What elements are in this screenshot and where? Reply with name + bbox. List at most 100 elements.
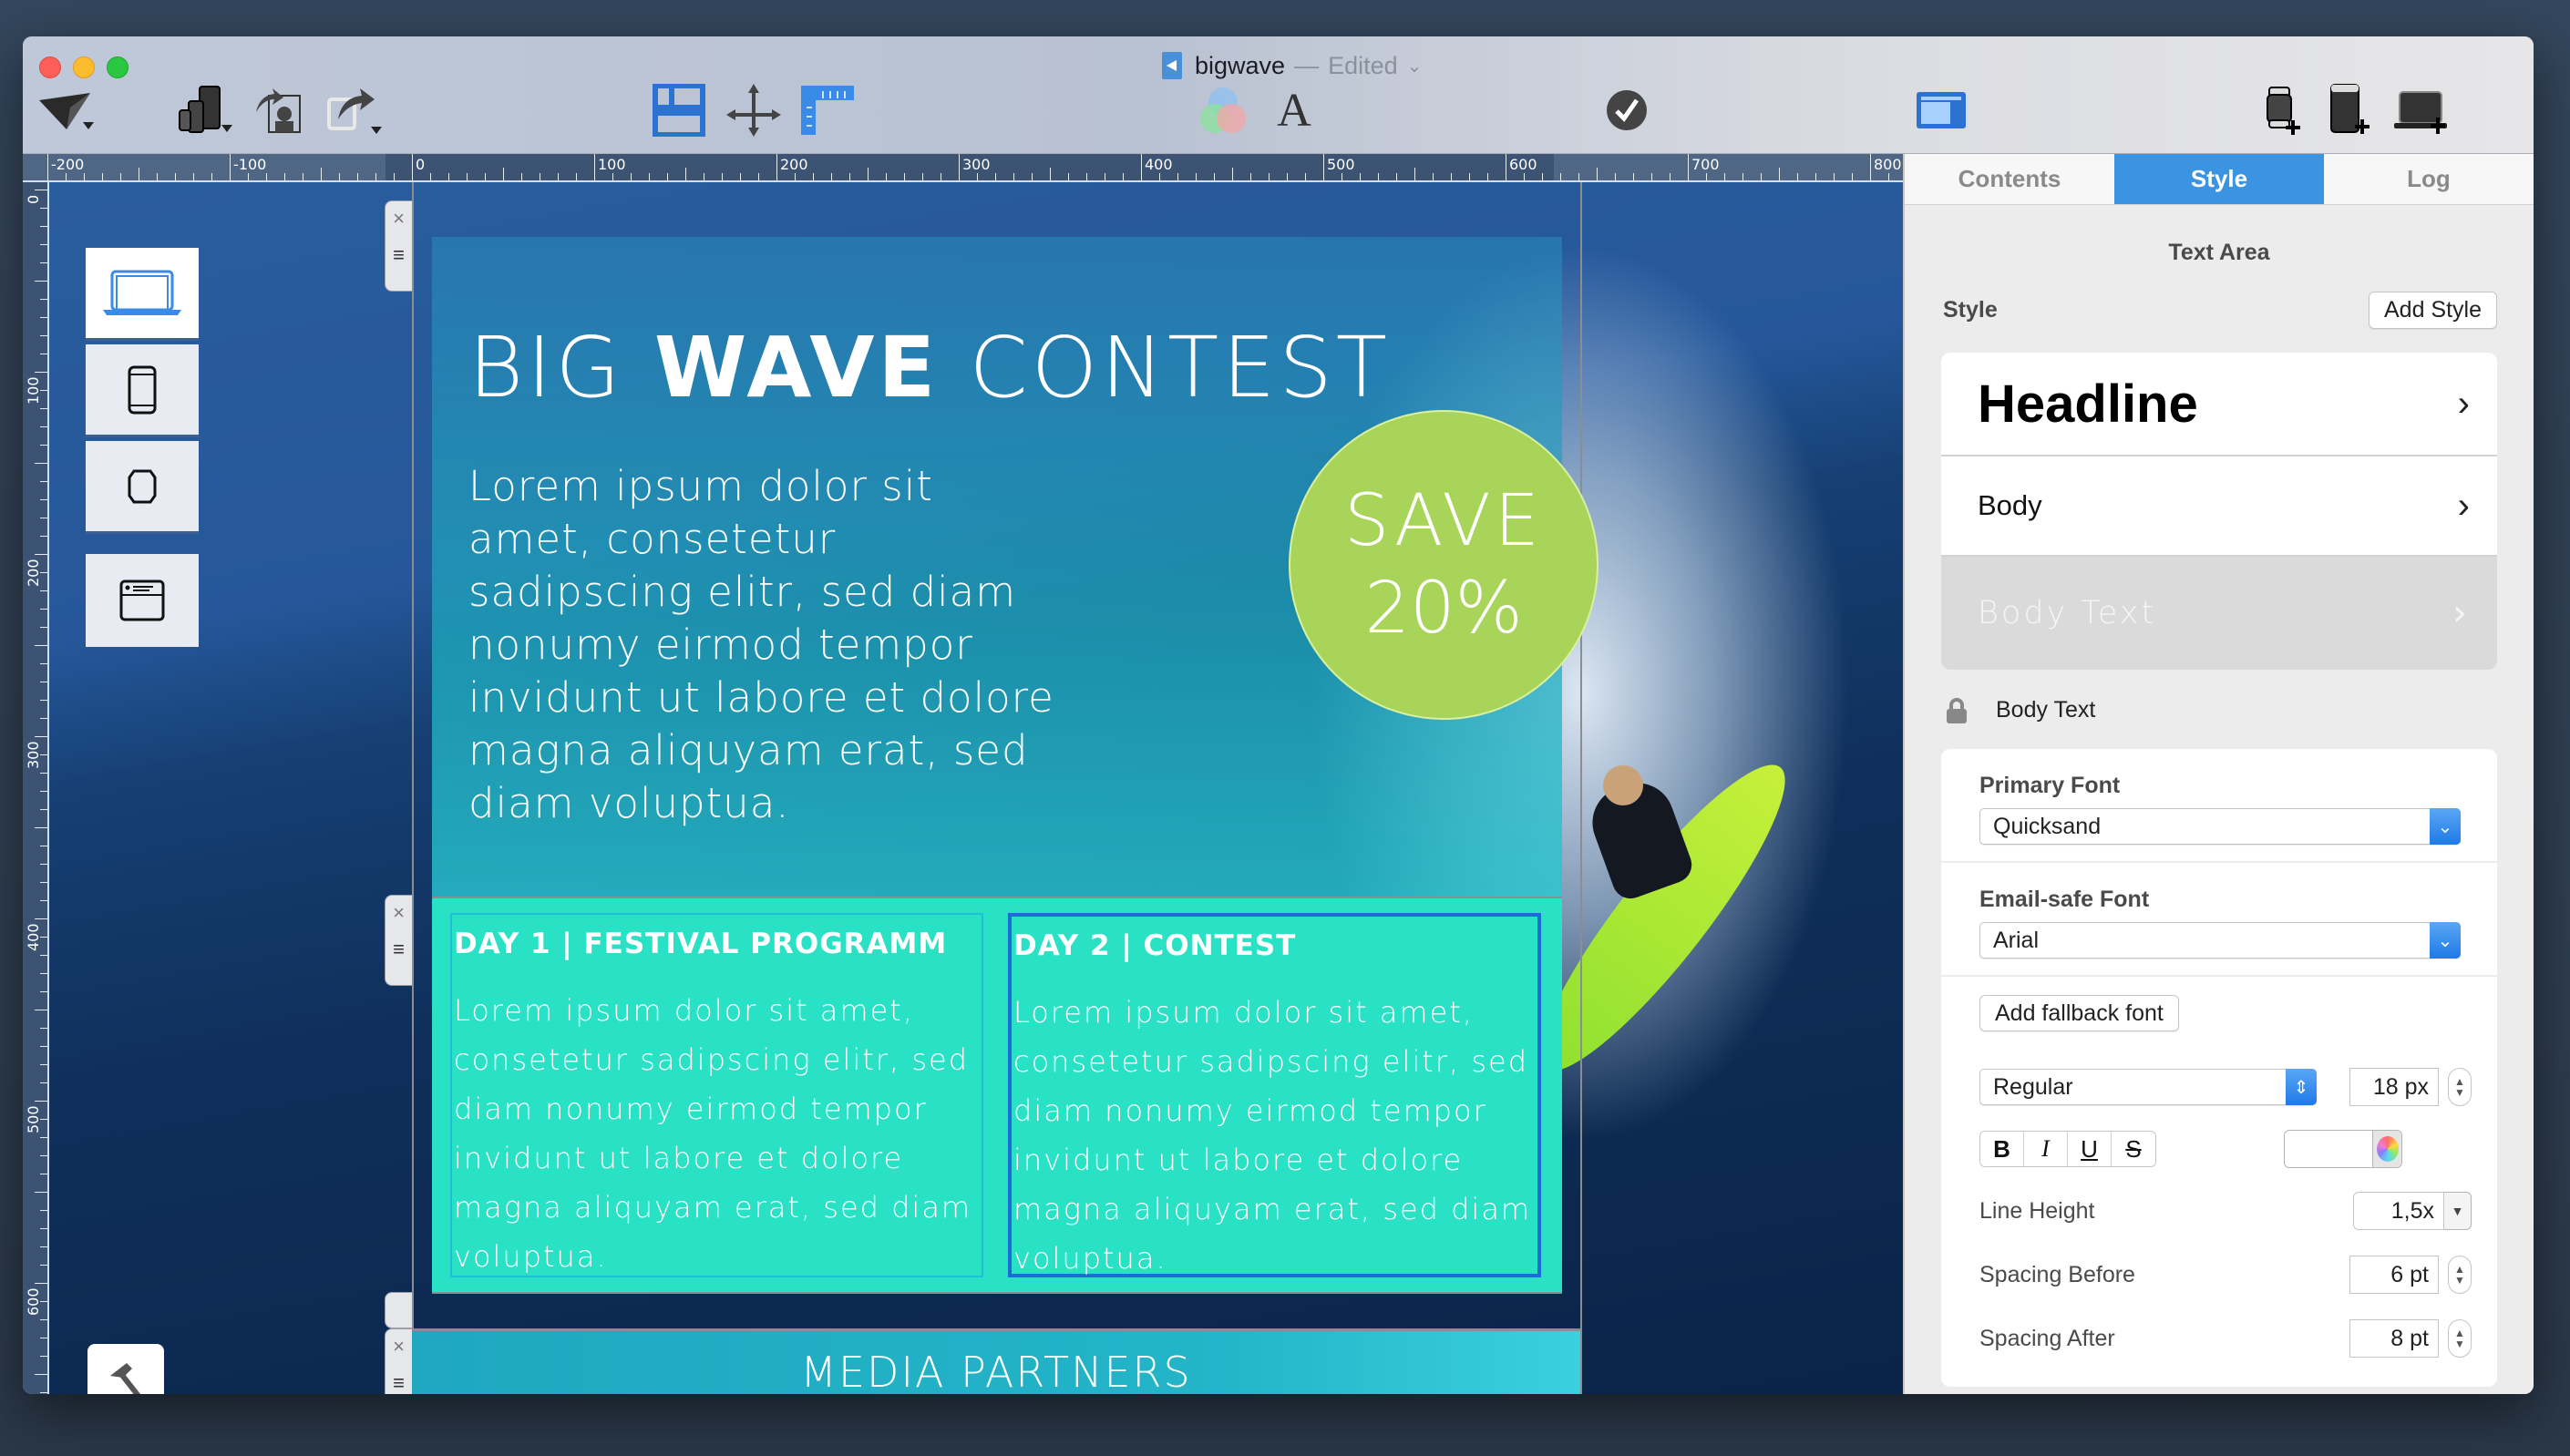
- line-height-combo[interactable]: 1,5x ▼: [2353, 1192, 2472, 1230]
- ruler-minor-tick: [40, 609, 47, 610]
- hero-block-handle[interactable]: × ≡: [385, 200, 412, 292]
- document-title[interactable]: bigwave — Edited ⌄: [1162, 46, 1422, 86]
- font-weight-select[interactable]: Regular ⇕: [1979, 1069, 2317, 1105]
- style-item-body-text[interactable]: Body Text ›: [1941, 557, 2497, 670]
- device-email-button[interactable]: [86, 554, 199, 647]
- email-safe-font-select[interactable]: Arial ⌄: [1979, 922, 2461, 959]
- horizontal-ruler[interactable]: -200 -100 0 100 200 300 400 500 600 700 800: [23, 154, 2035, 182]
- ruler-minor-tick: [40, 335, 47, 336]
- style-item-headline[interactable]: Headline ›: [1941, 353, 2497, 456]
- zoom-window-button[interactable]: [107, 56, 128, 78]
- tab-contents[interactable]: Contents: [1905, 154, 2114, 204]
- drag-handle-icon[interactable]: ≡: [393, 939, 405, 959]
- font-size-field[interactable]: 18 px: [2349, 1068, 2439, 1106]
- strikethrough-button[interactable]: S: [2112, 1132, 2155, 1166]
- tab-style[interactable]: Style: [2114, 154, 2324, 204]
- vertical-ruler[interactable]: 0 100 200 300 400 500 600: [23, 182, 49, 1394]
- export-button[interactable]: [324, 82, 387, 138]
- hero-body-text[interactable]: Lorem ipsum dolor sit amet, consetetur s…: [468, 460, 1070, 830]
- days-block[interactable]: DAY 1 | FESTIVAL PROGRAMM Lorem ipsum do…: [432, 897, 1562, 1294]
- ruler-minor-tick: [521, 173, 522, 180]
- hero-block[interactable]: BIG WAVE CONTEST Lorem ipsum dolor sit a…: [432, 237, 1599, 897]
- text-color-well[interactable]: [2284, 1130, 2402, 1168]
- ruler-minor-tick: [40, 445, 47, 446]
- device-desktop-button[interactable]: [86, 248, 199, 341]
- ruler-minor-tick: [40, 900, 47, 901]
- move-button[interactable]: [726, 82, 781, 138]
- ruler-minor-tick: [40, 1046, 47, 1047]
- hero-title[interactable]: BIG WAVE CONTEST: [468, 319, 1391, 416]
- media-partners-block[interactable]: MEDIA PARTNERS: [412, 1328, 1580, 1394]
- bold-button[interactable]: B: [1980, 1132, 2024, 1166]
- drag-handle-icon[interactable]: ≡: [393, 1373, 405, 1393]
- color-picker-button[interactable]: [2372, 1131, 2401, 1167]
- device-watch-button[interactable]: [86, 441, 199, 534]
- ruler-minor-tick: [40, 718, 47, 719]
- save-badge[interactable]: SAVE 20%: [1289, 410, 1599, 720]
- caret-down-icon[interactable]: ▼: [2444, 1192, 2472, 1230]
- spacing-after-field[interactable]: 8 pt: [2349, 1319, 2439, 1358]
- spacing-before-stepper[interactable]: ▲ ▼: [2448, 1256, 2472, 1294]
- ruler-minor-tick: [40, 1265, 47, 1266]
- underline-button[interactable]: U: [2068, 1132, 2112, 1166]
- validate-button[interactable]: [1604, 82, 1650, 138]
- share-image-button[interactable]: [251, 82, 305, 138]
- font-size-stepper[interactable]: ▲ ▼: [2448, 1068, 2472, 1106]
- send-button[interactable]: [36, 82, 99, 138]
- italic-button[interactable]: I: [2024, 1132, 2068, 1166]
- remove-block-icon[interactable]: ×: [393, 901, 405, 925]
- font-button[interactable]: A: [1271, 82, 1317, 138]
- ruler-icon: [801, 86, 854, 135]
- day-1-text-area[interactable]: DAY 1 | FESTIVAL PROGRAMM Lorem ipsum do…: [450, 913, 983, 1277]
- days-block-handle[interactable]: × ≡: [385, 895, 412, 986]
- media-block-handle[interactable]: × ≡: [385, 1328, 412, 1394]
- ruler-minor-tick: [1633, 173, 1634, 180]
- tab-log[interactable]: Log: [2324, 154, 2534, 204]
- ruler-minor-tick: [40, 572, 47, 573]
- ruler-button[interactable]: [799, 82, 856, 138]
- add-style-button[interactable]: Add Style: [2368, 292, 2497, 329]
- line-height-field[interactable]: 1,5x: [2353, 1192, 2444, 1230]
- ruler-minor-tick: [40, 1301, 47, 1302]
- ruler-minor-tick: [1013, 173, 1014, 180]
- inspector-toggle-button[interactable]: [1914, 82, 1969, 138]
- ruler-minor-tick: [266, 173, 267, 180]
- ruler-minor-tick: [1597, 168, 1598, 180]
- add-phone-button[interactable]: [2326, 82, 2376, 138]
- color-mixer-button[interactable]: [1191, 82, 1255, 138]
- ruler-minor-tick: [1414, 168, 1415, 180]
- current-style-name: Body Text: [1996, 697, 2096, 723]
- ruler-minor-tick: [1050, 168, 1051, 180]
- close-window-button[interactable]: [39, 56, 61, 78]
- drag-handle-icon[interactable]: ≡: [393, 245, 405, 265]
- ruler-major-tick: [35, 372, 47, 373]
- ruler-label: 500: [1327, 156, 1355, 173]
- font-weight-value: Regular: [1993, 1074, 2073, 1100]
- ruler-minor-tick: [357, 173, 358, 180]
- lock-icon[interactable]: [1947, 697, 1967, 723]
- device-switcher: [86, 248, 199, 651]
- add-fallback-font-button[interactable]: Add fallback font: [1979, 995, 2179, 1031]
- spacer-block-handle[interactable]: [385, 1292, 412, 1328]
- add-laptop-button[interactable]: [2392, 82, 2452, 138]
- ruler-minor-tick: [1834, 173, 1835, 180]
- ruler-label: 0: [25, 194, 42, 204]
- ruler-label: 400: [1145, 156, 1173, 173]
- ruler-minor-tick: [1433, 173, 1434, 180]
- ruler-minor-tick: [1724, 173, 1725, 180]
- remove-block-icon[interactable]: ×: [393, 207, 405, 231]
- build-button[interactable]: [87, 1344, 164, 1394]
- style-item-body[interactable]: Body ›: [1941, 456, 2497, 557]
- editor-canvas[interactable]: × ≡ × ≡ × ≡ BIG WAVE CONTEST Lorem ipsum…: [49, 182, 1903, 1394]
- chevron-right-icon: ›: [2457, 383, 2470, 424]
- add-watch-button[interactable]: [2260, 82, 2306, 138]
- minimize-window-button[interactable]: [73, 56, 95, 78]
- spacing-after-stepper[interactable]: ▲ ▼: [2448, 1319, 2472, 1358]
- primary-font-select[interactable]: Quicksand ⌄: [1979, 808, 2461, 845]
- remove-block-icon[interactable]: ×: [393, 1335, 405, 1359]
- spacing-before-field[interactable]: 6 pt: [2349, 1256, 2439, 1294]
- day-2-text-area[interactable]: DAY 2 | CONTEST Lorem ipsum dolor sit am…: [1008, 913, 1541, 1277]
- layout-button[interactable]: [652, 82, 706, 138]
- preview-devices-button[interactable]: [176, 82, 240, 138]
- device-phone-button[interactable]: [86, 344, 199, 437]
